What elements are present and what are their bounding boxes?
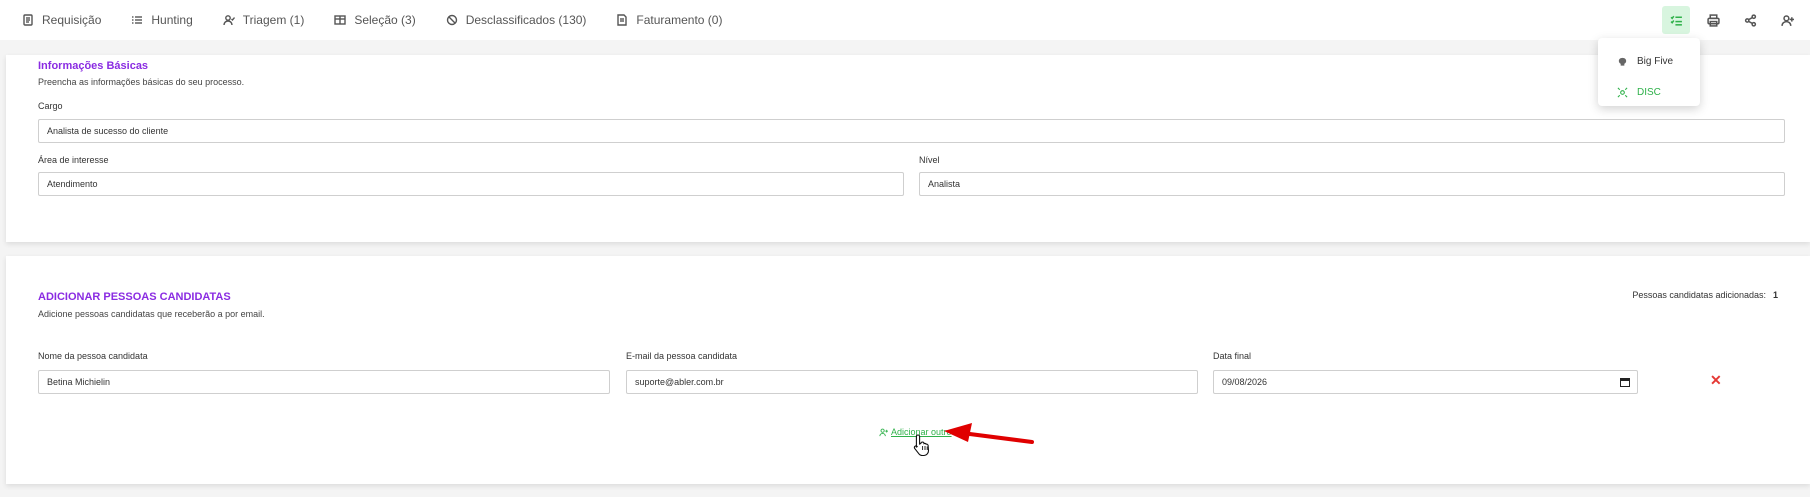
tab-requisicao[interactable]: Requisição (22, 0, 101, 40)
list-icon (132, 16, 143, 24)
cargo-input[interactable] (47, 126, 1784, 136)
tab-selecao[interactable]: Seleção (3) (334, 0, 416, 40)
tab-label: Faturamento (0) (636, 13, 723, 27)
calendar-icon[interactable] (1620, 377, 1630, 387)
add-user-button[interactable] (1773, 6, 1801, 34)
email-input[interactable] (635, 377, 1197, 387)
dropdown-item-disc[interactable]: DISC (1598, 77, 1700, 108)
nivel-input[interactable] (928, 179, 1784, 189)
share-button[interactable] (1736, 6, 1764, 34)
tab-label: Requisição (42, 13, 102, 27)
add-user-icon (879, 428, 888, 436)
count-label: Pessoas candidatas adicionadas: (1632, 290, 1766, 300)
date-field[interactable] (1213, 370, 1638, 394)
basic-info-card: Informações Básicas Preencha as informaç… (6, 55, 1810, 242)
top-nav: Requisição Hunting Triagem (1) Seleção (… (0, 0, 1810, 40)
dropdown-label: DISC (1637, 87, 1661, 98)
name-label: Nome da pessoa candidata (38, 351, 148, 361)
cargo-field[interactable] (38, 119, 1785, 143)
print-button[interactable] (1699, 6, 1727, 34)
dropdown-item-big-five[interactable]: Big Five (1598, 46, 1700, 77)
tab-hunting[interactable]: Hunting (131, 0, 193, 40)
area-label: Área de interesse (38, 155, 109, 165)
count-value: 1 (1772, 290, 1778, 300)
tab-label: Desclassificados (130) (465, 13, 587, 27)
assessments-dropdown: Big Five DISC (1598, 38, 1700, 106)
add-another-link[interactable]: Adicionar outro (879, 427, 952, 437)
invoice-icon (617, 14, 628, 26)
nivel-label: Nível (919, 155, 940, 165)
candidates-count: Pessoas candidatas adicionadas: 1 (1632, 290, 1778, 300)
target-icon (1617, 87, 1628, 98)
candidates-subtitle: Adicione pessoas candidatas que receberã… (38, 309, 265, 319)
email-field[interactable] (626, 370, 1198, 394)
tab-label: Triagem (1) (242, 13, 305, 27)
document-icon (23, 14, 33, 26)
basic-info-title: Informações Básicas (38, 60, 149, 72)
table-icon (334, 15, 347, 25)
tab-desclassificados[interactable]: Desclassificados (130) (446, 0, 587, 40)
remove-candidate-button[interactable]: ✕ (1710, 372, 1722, 389)
ban-icon (446, 14, 457, 26)
user-check-icon (223, 15, 235, 26)
candidates-card: ADICIONAR PESSOAS CANDIDATAS Adicione pe… (6, 256, 1810, 484)
name-input[interactable] (47, 377, 609, 387)
checklist-icon (1670, 15, 1682, 26)
name-field[interactable] (38, 370, 610, 394)
area-field[interactable] (38, 172, 904, 196)
basic-info-subtitle: Preencha as informações básicas do seu p… (38, 77, 245, 87)
date-input[interactable] (1222, 377, 1637, 387)
share-icon (1744, 13, 1756, 27)
brain-icon (1618, 57, 1627, 66)
tab-triagem[interactable]: Triagem (1) (223, 0, 305, 40)
toolbar-actions (1662, 0, 1810, 40)
tab-label: Seleção (3) (354, 13, 416, 27)
date-label: Data final (1213, 351, 1252, 361)
add-user-icon (1780, 14, 1794, 26)
area-input[interactable] (47, 179, 903, 189)
cargo-label: Cargo (38, 101, 63, 111)
email-label: E-mail da pessoa candidata (626, 351, 738, 361)
tab-faturamento[interactable]: Faturamento (0) (616, 0, 722, 40)
print-icon (1706, 13, 1720, 27)
assessments-button[interactable] (1662, 6, 1690, 34)
add-another-label: Adicionar outro (891, 427, 952, 437)
dropdown-label: Big Five (1637, 56, 1674, 67)
nivel-field[interactable] (919, 172, 1785, 196)
tab-label: Hunting (151, 13, 193, 27)
candidates-title: ADICIONAR PESSOAS CANDIDATAS (38, 291, 231, 303)
